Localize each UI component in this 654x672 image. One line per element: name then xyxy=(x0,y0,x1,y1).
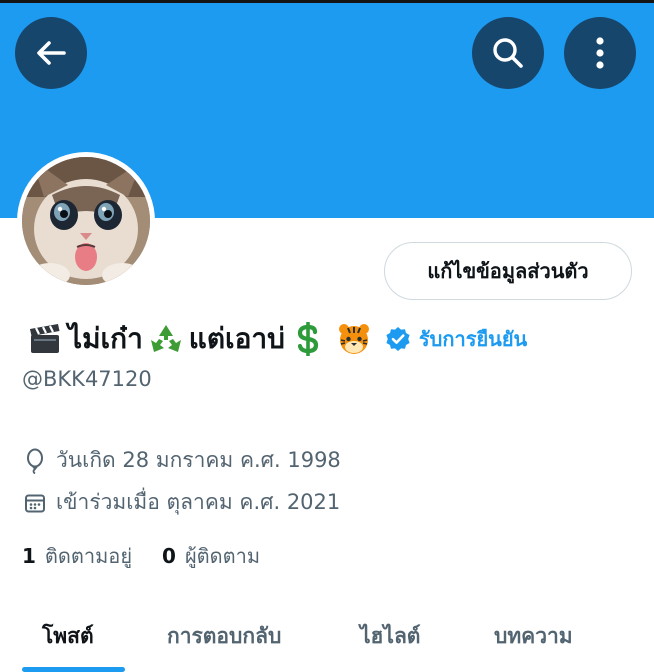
recycle-icon xyxy=(149,322,183,356)
more-vertical-icon xyxy=(595,36,605,70)
clapper-board-icon xyxy=(28,322,62,356)
edit-profile-button[interactable]: แก้ไขข้อมูลส่วนตัว xyxy=(384,242,632,300)
tab-articles[interactable]: บทความ xyxy=(494,620,573,653)
following-link[interactable]: 1 ติดตามอยู่ xyxy=(22,540,132,572)
display-name-part-2: แต่เอาบ่ xyxy=(188,322,285,355)
balloon-icon xyxy=(22,448,48,474)
back-button[interactable] xyxy=(15,17,87,89)
tiger-icon xyxy=(337,322,371,356)
calendar-icon xyxy=(22,490,48,516)
profile-tabs: โพสต์ การตอบกลับ ไฮไลต์ บทความ xyxy=(0,602,654,672)
verified-badge-icon[interactable] xyxy=(385,326,411,352)
profile-handle: @BKK47120 xyxy=(22,367,152,391)
display-name-part-1: ไม่เก๋า xyxy=(68,322,143,355)
tab-highlights[interactable]: ไฮไลต์ xyxy=(360,620,420,653)
dollar-icon xyxy=(291,321,325,357)
joined-date-row: เข้าร่วมเมื่อ ตุลาคม ค.ศ. 2021 xyxy=(22,486,340,519)
verified-label[interactable]: รับการยืนยัน xyxy=(419,323,527,355)
follow-stats: 1 ติดตามอยู่ 0 ผู้ติดตาม xyxy=(22,540,260,572)
tab-posts[interactable]: โพสต์ xyxy=(42,620,94,653)
following-label: ติดตามอยู่ xyxy=(44,544,133,568)
birth-date-row: วันเกิด 28 มกราคม ค.ศ. 1998 xyxy=(22,444,341,477)
search-icon xyxy=(490,35,526,71)
following-count: 1 xyxy=(22,544,36,568)
display-name-row: ไม่เก๋า แต่เอาบ่ รับการยืนยัน xyxy=(22,315,527,363)
followers-link[interactable]: 0 ผู้ติดตาม xyxy=(162,540,260,572)
profile-avatar[interactable] xyxy=(17,152,155,290)
followers-label: ผู้ติดตาม xyxy=(184,544,261,568)
joined-date-text: เข้าร่วมเมื่อ ตุลาคม ค.ศ. 2021 xyxy=(56,490,341,514)
followers-count: 0 xyxy=(162,544,176,568)
avatar xyxy=(22,157,150,285)
active-tab-indicator xyxy=(22,667,125,672)
birth-date-text: วันเกิด 28 มกราคม ค.ศ. 1998 xyxy=(56,448,341,472)
arrow-left-icon xyxy=(34,36,68,70)
search-button[interactable] xyxy=(472,17,544,89)
more-options-button[interactable] xyxy=(564,17,636,89)
tab-replies[interactable]: การตอบกลับ xyxy=(167,620,281,653)
